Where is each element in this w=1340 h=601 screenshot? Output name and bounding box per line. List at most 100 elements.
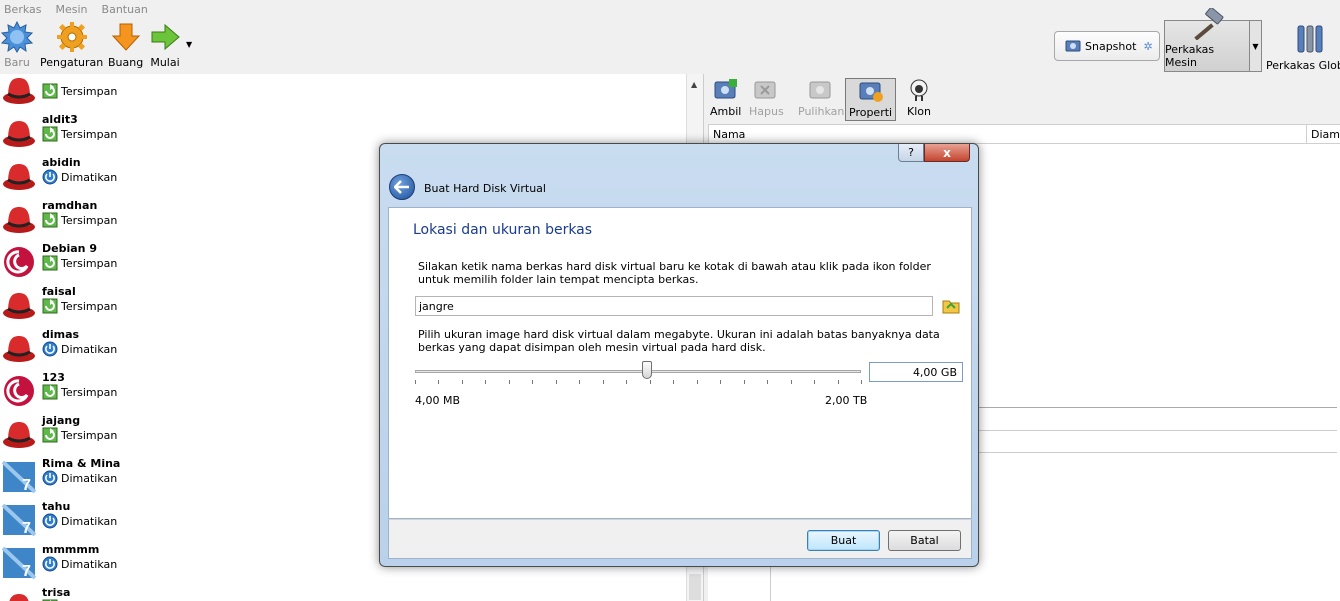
slider-tick xyxy=(673,380,675,384)
size-description: Pilih ukuran image hard disk virtual dal… xyxy=(418,328,940,354)
slider-tick xyxy=(579,380,581,384)
saved-state-icon xyxy=(42,212,58,228)
vm-state-label: Dimatikan xyxy=(61,557,118,571)
vm-state: Dimatikan xyxy=(42,470,117,486)
vm-state-label: Tersimpan xyxy=(61,385,118,399)
slider-tick xyxy=(626,380,628,384)
saved-state-icon xyxy=(42,298,58,314)
pulihkan-button[interactable]: Pulihkan xyxy=(798,78,844,118)
powered-off-icon xyxy=(42,556,58,572)
slider-tick xyxy=(485,380,487,384)
vm-name: trisa xyxy=(42,586,71,599)
redhat-os-icon xyxy=(2,590,36,601)
vm-list-item[interactable]: Tersimpan xyxy=(0,74,680,113)
ambil-button[interactable]: Ambil xyxy=(710,78,741,118)
size-input[interactable]: 4,00 GB xyxy=(869,362,963,382)
size-max-label: 2,00 TB xyxy=(825,394,868,407)
mulai-button[interactable]: Mulai xyxy=(148,20,182,69)
properti-button[interactable]: Properti xyxy=(845,78,897,121)
slider-tick xyxy=(837,380,839,384)
main-toolbar: Baru Pengaturan Buang Mulai ▼ Snapshot ✲… xyxy=(0,6,1340,74)
slider-tick xyxy=(508,380,510,384)
saved-state-icon xyxy=(42,83,58,99)
vm-list-item[interactable]: trisaTersimpan xyxy=(0,586,680,601)
perkakas-mesin-dropdown-icon[interactable]: ▼ xyxy=(1250,20,1262,72)
gear-icon xyxy=(55,20,89,54)
snapshot-table-header: Nama Diam xyxy=(708,124,1340,144)
menu-mesin[interactable]: Mesin xyxy=(56,3,88,16)
vm-state: Tersimpan xyxy=(42,126,117,142)
vm-name: 123 xyxy=(42,371,65,384)
scroll-up-icon[interactable]: ▲ xyxy=(691,80,697,89)
col-other[interactable]: Diam xyxy=(1307,128,1340,141)
saved-state-icon xyxy=(42,255,58,271)
pengaturan-button[interactable]: Pengaturan xyxy=(40,20,103,69)
size-slider-thumb[interactable] xyxy=(641,361,652,379)
slider-tick xyxy=(649,380,651,384)
cancel-button[interactable]: Batal xyxy=(888,530,961,551)
redhat-os-icon xyxy=(2,74,36,106)
create-button[interactable]: Buat xyxy=(807,530,880,551)
perkakas-global-button[interactable]: Perkakas Global xyxy=(1266,22,1340,72)
vm-name: abidin xyxy=(42,156,81,169)
vm-state: Tersimpan xyxy=(42,384,117,400)
back-arrow-icon xyxy=(394,180,409,194)
vm-state: Tersimpan xyxy=(42,83,117,99)
vm-state: Tersimpan xyxy=(42,255,117,271)
size-min-label: 4,00 MB xyxy=(415,394,461,407)
mulai-dropdown-icon[interactable]: ▼ xyxy=(186,40,192,49)
redhat-os-icon xyxy=(2,289,36,321)
folder-open-icon[interactable] xyxy=(942,298,960,314)
camera-restore-icon xyxy=(808,78,834,105)
camera-add-icon xyxy=(713,78,739,105)
buang-button[interactable]: Buang xyxy=(108,20,143,69)
snapshot-button[interactable]: Snapshot ✲ xyxy=(1054,31,1160,61)
powered-off-icon xyxy=(42,341,58,357)
camera-delete-icon xyxy=(753,78,779,105)
vm-state-label: Dimatikan xyxy=(61,471,118,485)
redhat-os-icon xyxy=(2,117,36,149)
vm-state: Dimatikan xyxy=(42,513,117,529)
filename-input[interactable]: jangre xyxy=(415,296,933,316)
col-name[interactable]: Nama xyxy=(709,125,1308,143)
vm-state: Dimatikan xyxy=(42,169,117,185)
powered-off-icon xyxy=(42,470,58,486)
svg-text:7: 7 xyxy=(22,563,31,579)
size-slider-track[interactable] xyxy=(415,370,861,373)
vm-state-label: Tersimpan xyxy=(61,84,118,98)
help-button[interactable]: ? xyxy=(898,144,924,162)
vm-name: ramdhan xyxy=(42,199,98,212)
scroll-thumb[interactable] xyxy=(689,574,701,600)
slider-tick xyxy=(814,380,816,384)
sheep-clone-icon xyxy=(907,78,931,105)
dialog-title: Buat Hard Disk Virtual xyxy=(424,182,546,195)
details-divider xyxy=(974,407,1337,408)
arrow-right-icon xyxy=(148,20,182,54)
klon-button[interactable]: Klon xyxy=(907,78,931,118)
tools-icon xyxy=(1294,22,1326,59)
camera-properties-icon xyxy=(858,79,884,106)
svg-text:7: 7 xyxy=(22,477,31,493)
vm-state-label: Tersimpan xyxy=(61,256,118,270)
vm-state-label: Dimatikan xyxy=(61,514,118,528)
close-button[interactable]: x xyxy=(924,144,970,162)
dialog-footer: Buat Batal xyxy=(388,519,972,559)
vm-name: aldit3 xyxy=(42,113,78,126)
baru-button[interactable]: Baru xyxy=(0,20,34,69)
dialog-body: Lokasi dan ukuran berkas Silakan ketik n… xyxy=(388,207,972,519)
details-row-line xyxy=(974,430,1337,431)
menu-berkas[interactable]: Berkas xyxy=(4,3,42,16)
hammer-icon xyxy=(1190,6,1224,43)
back-button[interactable] xyxy=(389,174,415,200)
powered-off-icon xyxy=(42,513,58,529)
win7-os-icon: 7 xyxy=(1,546,37,580)
redhat-os-icon xyxy=(2,332,36,364)
vm-state: Tersimpan xyxy=(42,212,117,228)
redhat-os-icon xyxy=(2,160,36,192)
menu-bantuan[interactable]: Bantuan xyxy=(102,3,148,16)
vm-state: Dimatikan xyxy=(42,556,117,572)
perkakas-mesin-button[interactable]: Perkakas Mesin xyxy=(1164,6,1250,72)
slider-tick xyxy=(438,380,440,384)
saved-state-icon xyxy=(42,427,58,443)
hapus-button[interactable]: Hapus xyxy=(749,78,784,118)
